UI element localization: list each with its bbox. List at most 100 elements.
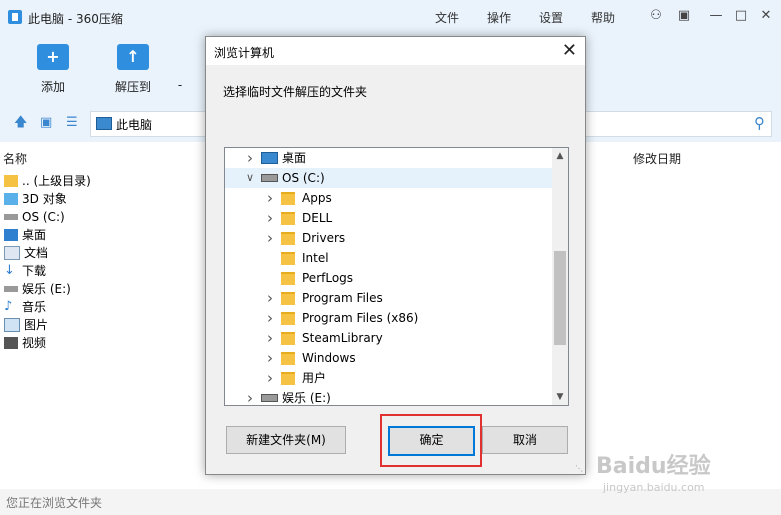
tree-node-label: Apps xyxy=(302,191,332,205)
skin-icon[interactable]: ⚇ xyxy=(648,8,664,24)
list-item[interactable]: 视频 xyxy=(0,334,91,352)
chevron-down-icon[interactable]: ∨ xyxy=(245,168,255,188)
tree-node[interactable]: › Windows xyxy=(225,348,552,368)
tree-node[interactable]: › Apps xyxy=(225,188,552,208)
tree-node[interactable]: › 娱乐 (E:) xyxy=(225,388,552,405)
thumbnail-view-icon[interactable]: ▣ xyxy=(40,116,54,130)
extract-to-button[interactable]: ↑ 解压到 xyxy=(103,44,163,95)
folder-icon xyxy=(281,292,295,305)
tree-node[interactable]: › Drivers xyxy=(225,228,552,248)
chevron-right-icon[interactable]: › xyxy=(265,288,275,308)
menu-settings[interactable]: 设置 xyxy=(539,9,563,26)
list-item[interactable]: 3D 对象 xyxy=(0,190,91,208)
dialog-title-bar: 浏览计算机 ✕ xyxy=(206,37,585,65)
tree-node-label: PerfLogs xyxy=(302,271,354,285)
more-tool-button[interactable]: - xyxy=(160,44,200,92)
videos-icon xyxy=(4,337,18,349)
highlight-annotation xyxy=(380,414,482,467)
scroll-thumb[interactable] xyxy=(554,251,566,345)
watermark-url: jingyan.baidu.com xyxy=(603,481,705,494)
add-label: 添加 xyxy=(40,80,65,94)
drive-icon xyxy=(261,174,278,182)
tree-node[interactable]: › SteamLibrary xyxy=(225,328,552,348)
menu-file[interactable]: 文件 xyxy=(435,9,459,26)
chevron-right-icon[interactable]: › xyxy=(265,328,275,348)
file-list: .. (上级目录) 3D 对象 OS (C:) 桌面 文档 ↓ 下载 娱乐 (E:… xyxy=(0,172,91,352)
list-item[interactable]: OS (C:) xyxy=(0,208,91,226)
status-text: 您正在浏览文件夹 xyxy=(6,496,103,510)
chevron-right-icon[interactable]: › xyxy=(265,208,275,228)
list-item[interactable]: .. (上级目录) xyxy=(0,172,91,190)
add-archive-icon: + xyxy=(37,44,69,70)
cancel-button[interactable]: 取消 xyxy=(482,426,568,454)
up-arrow-icon[interactable]: 🡅 xyxy=(14,116,28,130)
tree-node[interactable]: › Program Files xyxy=(225,288,552,308)
tree-node[interactable]: ∨ OS (C:) xyxy=(225,168,552,188)
chevron-right-icon[interactable]: › xyxy=(265,348,275,368)
column-modified-header[interactable]: 修改日期 xyxy=(633,150,681,167)
dialog-close-icon[interactable]: ✕ xyxy=(562,40,577,61)
tree-node-label: Program Files (x86) xyxy=(302,311,419,325)
folder-icon xyxy=(281,372,295,385)
folder-icon xyxy=(281,272,295,285)
computer-icon xyxy=(96,117,112,130)
scroll-up-icon[interactable]: ▲ xyxy=(552,148,568,164)
baidu-watermark: Baidu经验 xyxy=(596,454,711,479)
add-button[interactable]: + 添加 xyxy=(23,44,83,95)
close-icon[interactable]: ✕ xyxy=(758,8,774,24)
menu-help[interactable]: 帮助 xyxy=(591,9,615,26)
folder-icon xyxy=(281,212,295,225)
tree-node-label: OS (C:) xyxy=(282,171,325,185)
chevron-right-icon[interactable]: › xyxy=(245,148,255,168)
list-item[interactable]: 桌面 xyxy=(0,226,91,244)
tree-node-label: 用户 xyxy=(302,371,327,385)
folder-tree[interactable]: › 娱乐 (E:) › 用户 › Windows › SteamLibrary › Program… xyxy=(224,147,569,406)
chevron-right-icon[interactable]: › xyxy=(265,188,275,208)
feedback-icon[interactable]: ▣ xyxy=(676,8,692,24)
search-icon[interactable]: ⚲ xyxy=(754,114,765,132)
tree-node[interactable]: PerfLogs xyxy=(225,268,552,288)
list-item[interactable]: 图片 xyxy=(0,316,91,334)
extract-label: 解压到 xyxy=(114,80,151,94)
chevron-right-icon[interactable]: › xyxy=(265,228,275,248)
tree-node-label: 娱乐 (E:) xyxy=(282,391,331,405)
folder-icon xyxy=(281,352,295,365)
folder-icon xyxy=(281,312,295,325)
chevron-right-icon[interactable]: › xyxy=(265,368,275,388)
tree-node-label: SteamLibrary xyxy=(302,331,383,345)
app-icon xyxy=(8,10,22,24)
list-item[interactable]: 文档 xyxy=(0,244,91,262)
tree-node[interactable]: Intel xyxy=(225,248,552,268)
column-name-header[interactable]: 名称 xyxy=(3,150,27,167)
list-item[interactable]: ♪ 音乐 xyxy=(0,298,91,316)
chevron-right-icon[interactable]: › xyxy=(265,308,275,328)
drive-icon xyxy=(4,286,18,292)
tree-node-label: Drivers xyxy=(302,231,346,245)
tree-node[interactable]: › 桌面 xyxy=(225,148,552,168)
tree-node[interactable]: › DELL xyxy=(225,208,552,228)
scroll-down-icon[interactable]: ▼ xyxy=(552,389,568,405)
resize-grip-icon[interactable]: ⋱ xyxy=(575,464,583,473)
folder-icon xyxy=(4,175,18,187)
3d-objects-icon xyxy=(4,193,18,205)
documents-icon xyxy=(4,246,20,260)
folder-icon xyxy=(281,232,295,245)
tree-node-label: Program Files xyxy=(302,291,383,305)
desktop-icon xyxy=(261,152,278,164)
tree-node-label: Intel xyxy=(302,251,329,265)
maximize-icon[interactable]: □ xyxy=(733,8,749,24)
tree-node[interactable]: › 用户 xyxy=(225,368,552,388)
list-view-icon[interactable]: ☰ xyxy=(66,116,80,130)
folder-icon xyxy=(281,332,295,345)
list-item[interactable]: 娱乐 (E:) xyxy=(0,280,91,298)
tree-node[interactable]: › Program Files (x86) xyxy=(225,308,552,328)
menu-operate[interactable]: 操作 xyxy=(487,9,511,26)
chevron-right-icon[interactable]: › xyxy=(245,388,255,405)
title-bar: 此电脑 - 360压缩 文件 操作 设置 帮助 ⚇ ▣ — □ ✕ xyxy=(0,0,781,34)
browse-dialog: 浏览计算机 ✕ 选择临时文件解压的文件夹 › 娱乐 (E:) › 用户 › Windows… xyxy=(205,36,586,475)
more-tool-label: - xyxy=(177,78,183,92)
tree-scrollbar[interactable]: ▲ ▼ xyxy=(552,148,568,405)
new-folder-button[interactable]: 新建文件夹(M) xyxy=(226,426,346,454)
list-item[interactable]: ↓ 下载 xyxy=(0,262,91,280)
minimize-icon[interactable]: — xyxy=(708,8,724,24)
